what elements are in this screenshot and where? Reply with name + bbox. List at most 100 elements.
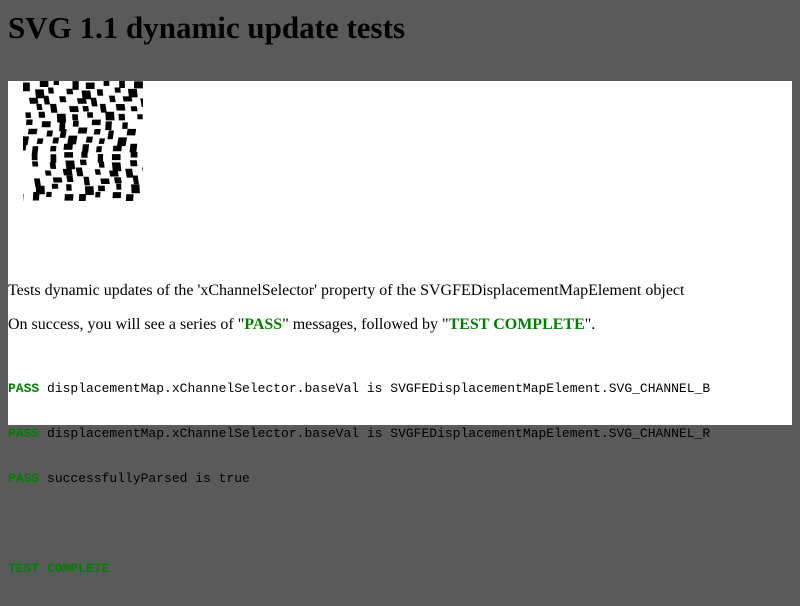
test-description: Tests dynamic updates of the 'xChannelSe… bbox=[8, 282, 685, 299]
checker-cell bbox=[130, 152, 138, 158]
checker-cell bbox=[116, 137, 128, 147]
checker-cell bbox=[62, 168, 73, 176]
checker-cell bbox=[134, 81, 143, 89]
console-line-text: displacementMap.xChannelSelector.baseVal… bbox=[39, 381, 711, 396]
checker-cell bbox=[27, 128, 38, 135]
checker-cell bbox=[31, 146, 39, 155]
checker-cell bbox=[111, 162, 122, 172]
checker-cell bbox=[66, 175, 74, 182]
checker-cell bbox=[72, 114, 79, 121]
checker-cell bbox=[98, 138, 105, 144]
console-output: PASS displacementMap.xChannelSelector.ba… bbox=[8, 351, 710, 606]
checker-cell bbox=[98, 161, 105, 168]
checker-cell bbox=[56, 113, 67, 123]
checker-cell bbox=[79, 159, 87, 166]
checker-cell bbox=[90, 97, 98, 107]
checker-cell bbox=[78, 194, 87, 201]
checker-cell bbox=[119, 81, 125, 88]
console-line: PASS displacementMap.xChannelSelector.ba… bbox=[8, 426, 710, 441]
checker-cell bbox=[99, 103, 107, 113]
checker-cell bbox=[105, 111, 115, 121]
console-line: PASS displacementMap.xChannelSelector.ba… bbox=[8, 381, 710, 396]
checker-cell bbox=[129, 143, 138, 153]
checker-cell bbox=[112, 145, 122, 152]
instructions-complete-word: TEST COMPLETE bbox=[448, 316, 585, 333]
checker-cell bbox=[96, 146, 102, 153]
checker-cell bbox=[65, 160, 76, 170]
instructions-pass-word: PASS bbox=[244, 316, 283, 333]
checker-cell bbox=[50, 145, 57, 152]
checker-cell bbox=[25, 112, 32, 118]
checker-cell bbox=[28, 97, 39, 104]
checker-cell bbox=[105, 121, 112, 131]
checker-cell bbox=[125, 168, 134, 178]
checker-cell bbox=[51, 183, 59, 189]
checker-cell bbox=[116, 183, 122, 190]
checker-cell bbox=[64, 152, 74, 158]
checker-cell bbox=[36, 104, 43, 110]
checker-cell bbox=[103, 81, 110, 86]
test-output-panel: Tests dynamic updates of the 'xChannelSe… bbox=[8, 81, 792, 576]
success-instructions: On success, you will see a series of "PA… bbox=[8, 316, 595, 334]
checker-cell bbox=[67, 135, 78, 145]
checker-cell bbox=[59, 96, 67, 103]
checker-cell bbox=[26, 119, 33, 125]
checker-cell bbox=[23, 136, 30, 146]
checker-cell bbox=[46, 191, 52, 198]
console-line: TEST COMPLETE bbox=[8, 561, 710, 576]
checker-cell bbox=[114, 87, 121, 93]
checker-cell bbox=[132, 175, 139, 185]
checker-cell bbox=[75, 167, 84, 177]
checker-cell bbox=[130, 106, 138, 112]
checker-cell bbox=[69, 106, 79, 113]
checker-cell bbox=[52, 177, 63, 183]
checker-cell bbox=[93, 129, 101, 135]
checker-cell bbox=[142, 167, 143, 174]
checker-cell bbox=[96, 89, 104, 96]
checker-cell bbox=[23, 144, 27, 151]
checker-cell bbox=[129, 160, 138, 167]
checker-cell bbox=[32, 192, 40, 201]
checker-cell bbox=[100, 178, 110, 184]
pass-tag: PASS bbox=[8, 426, 40, 441]
checker-cell bbox=[23, 82, 30, 92]
checker-cell bbox=[111, 154, 121, 161]
pass-tag: PASS bbox=[8, 471, 40, 486]
checker-cell bbox=[140, 98, 143, 107]
checker-cell bbox=[49, 103, 58, 113]
instructions-middle: " messages, followed by " bbox=[282, 316, 449, 333]
checker-cell bbox=[85, 82, 95, 89]
pass-tag: PASS bbox=[8, 381, 40, 396]
checker-cell bbox=[84, 186, 94, 196]
displaced-checkerboard-image bbox=[23, 81, 143, 201]
checker-cell bbox=[52, 137, 60, 144]
checker-cell bbox=[107, 130, 115, 140]
checker-cell bbox=[47, 87, 54, 94]
checker-cell bbox=[97, 154, 104, 163]
checker-cell bbox=[97, 185, 106, 192]
checker-cell bbox=[77, 98, 87, 104]
checker-cell bbox=[81, 151, 88, 158]
instructions-suffix: ". bbox=[584, 316, 596, 333]
checker-cell bbox=[63, 143, 73, 150]
checker-cell bbox=[112, 192, 122, 199]
checker-cell bbox=[125, 194, 134, 201]
checker-cell bbox=[94, 169, 101, 175]
checker-cell bbox=[66, 88, 74, 95]
checker-cell bbox=[46, 130, 54, 137]
checker-cell bbox=[34, 178, 42, 187]
checker-cell bbox=[114, 177, 122, 184]
checker-cell bbox=[23, 194, 24, 201]
checker-cell bbox=[66, 184, 72, 191]
instructions-prefix: On success, you will see a series of " bbox=[8, 316, 245, 333]
checker-cell bbox=[131, 184, 140, 194]
checker-cell bbox=[53, 81, 59, 85]
checker-cell bbox=[31, 153, 38, 161]
checker-cell bbox=[87, 112, 94, 118]
checker-cell bbox=[72, 120, 79, 127]
page-title: SVG 1.1 dynamic update tests bbox=[8, 10, 406, 45]
checker-cell bbox=[81, 90, 92, 100]
checker-cell bbox=[36, 138, 44, 144]
checker-cell bbox=[83, 176, 91, 186]
checker-cell bbox=[127, 88, 138, 98]
